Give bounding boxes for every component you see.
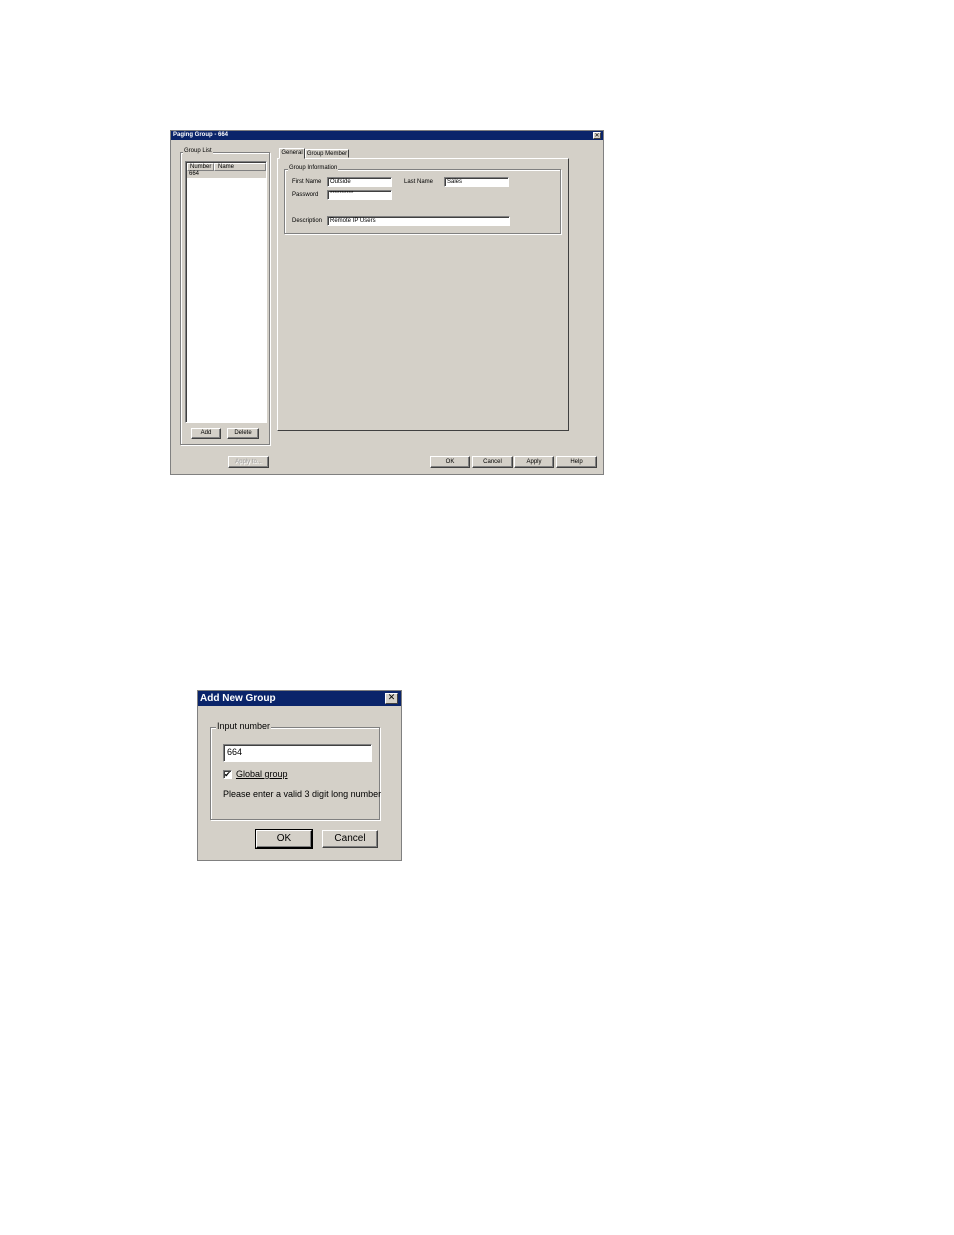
ok-button[interactable]: OK [255,829,313,849]
paging-group-title: Paging Group - 664 [173,132,229,138]
first-name-field[interactable]: Outside [327,177,392,187]
close-button[interactable]: ✕ [385,693,398,704]
last-name-label: Last Name [404,179,434,185]
close-button[interactable]: ✕ [593,132,601,139]
close-icon: ✕ [594,132,600,139]
paging-group-dialog: Paging Group - 664 ✕ Group List Number N… [170,130,604,475]
group-information-legend: Group Information [288,165,339,171]
delete-button[interactable]: Delete [227,428,259,439]
column-header-number[interactable]: Number [187,163,214,171]
description-field[interactable]: Remote IP Users [327,216,510,226]
password-label: Password [292,192,319,198]
apply-to-button[interactable]: Apply to... [228,456,269,468]
first-name-label: First Name [292,179,322,185]
close-icon: ✕ [387,693,396,703]
group-list-legend: Group List [183,148,213,154]
cancel-button[interactable]: Cancel [322,830,378,848]
checkmark-icon: ✔ [224,770,231,779]
add-new-group-dialog: Add New Group ✕ Input number 664 ✔ Globa… [197,690,402,861]
cancel-button[interactable]: Cancel [472,456,513,468]
column-header-name[interactable]: Name [214,163,266,171]
paging-group-title-bar[interactable]: Paging Group - 664 ✕ [171,131,603,140]
last-name-field[interactable]: Sales [444,177,509,187]
description-label: Description [292,218,323,224]
add-new-group-title-bar[interactable]: Add New Group ✕ [198,691,401,706]
group-list[interactable]: Number Name 664 [185,161,267,423]
global-group-checkbox[interactable]: ✔ [223,770,232,779]
ok-button[interactable]: OK [430,456,470,468]
group-number-input[interactable]: 664 [223,744,372,762]
add-new-group-title: Add New Group [200,693,276,704]
hint-text: Please enter a valid 3 digit long number [223,789,382,799]
list-item-number: 664 [189,171,200,177]
help-button[interactable]: Help [556,456,597,468]
apply-button[interactable]: Apply [514,456,554,468]
password-field[interactable]: ********** [327,190,392,200]
tab-group-member[interactable]: Group Member [305,149,349,158]
input-number-legend: Input number [216,721,272,731]
tab-general[interactable]: General [279,148,305,159]
list-item[interactable]: 664 [187,171,266,178]
add-button[interactable]: Add [191,428,221,439]
global-group-label[interactable]: Global group [236,769,288,779]
